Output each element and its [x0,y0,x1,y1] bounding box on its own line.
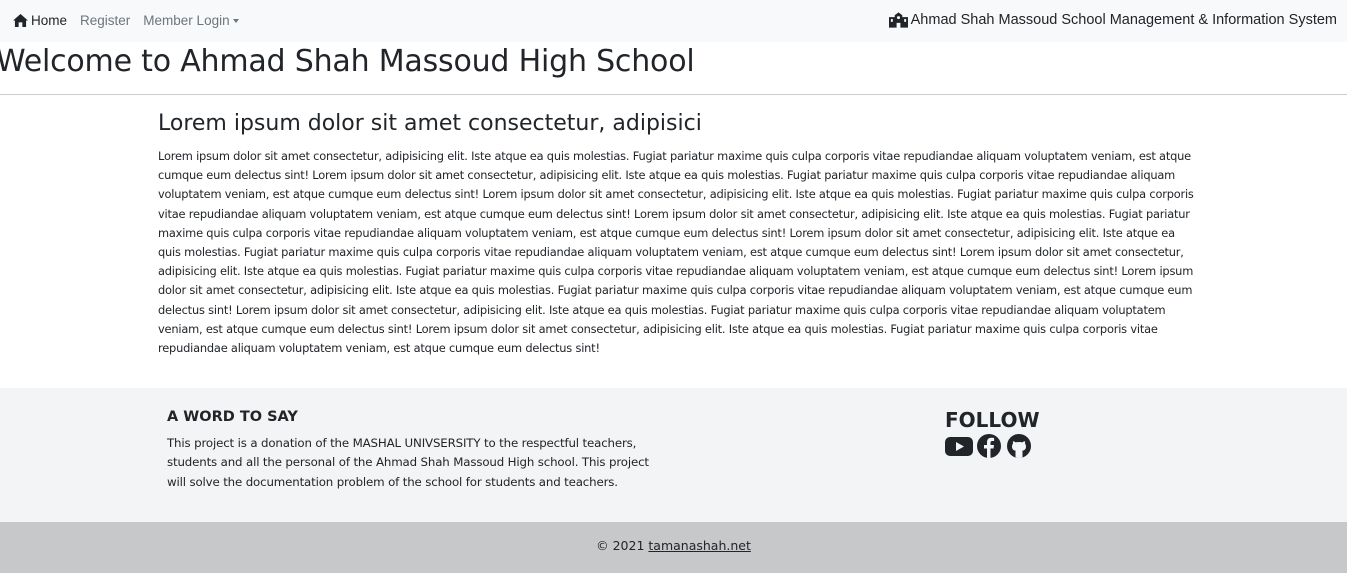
footer-section: A WORD TO SAY This project is a donation… [0,388,1347,522]
article-body: Lorem ipsum dolor sit amet consectetur, … [158,149,1194,356]
page-title: Welcome to Ahmad Shah Massoud High Schoo… [0,44,695,79]
navbar-brand[interactable]: Ahmad Shah Massoud School Management & I… [888,0,1337,40]
brand-text: Ahmad Shah Massoud School Management & I… [910,12,1337,28]
social-links [945,434,1035,458]
top-navbar: Home Register Member Login Ahmad Shah Ma… [0,0,1347,42]
caret-down-icon [232,19,239,23]
youtube-icon[interactable] [945,434,973,458]
nav-home-label: Home [31,12,68,28]
word-to-say-text: This project is a donation of the MASHAL… [167,436,649,489]
nav-register-label: Register [80,12,131,28]
nav-links: Home Register Member Login [13,0,252,40]
copyright-link[interactable]: tamanashah.net [648,538,750,553]
article-title: Lorem ipsum dolor sit amet consectetur, … [158,111,702,136]
word-to-say-title: A WORD TO SAY [167,409,298,425]
home-icon [13,13,28,27]
github-icon[interactable] [1005,434,1033,458]
follow-title: FOLLOW [945,408,1040,432]
copyright-bar: © 2021 tamanashah.net [0,522,1347,573]
nav-member-login-label: Member Login [143,12,230,28]
nav-member-login-dropdown[interactable]: Member Login [143,12,239,28]
copyright-prefix: © 2021 [596,538,645,553]
school-icon [888,12,908,28]
nav-register-link[interactable]: Register [80,13,130,28]
facebook-icon[interactable] [975,434,1003,458]
divider [0,94,1347,95]
nav-home-link[interactable]: Home [13,13,67,28]
copyright-text: © 2021 tamanashah.net [0,538,1347,553]
